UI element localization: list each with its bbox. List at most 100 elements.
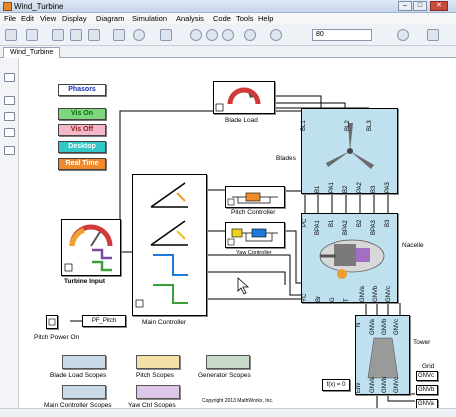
menu-display[interactable]: Display <box>62 14 87 23</box>
fit-view-icon[interactable] <box>4 112 15 121</box>
port-yc: YC <box>302 293 308 302</box>
port-bl3: BL3 <box>367 120 373 131</box>
toolbar: 80 <box>0 24 456 46</box>
mouse-cursor <box>237 277 250 295</box>
turbine-input-label: Turbine Input <box>64 278 106 285</box>
new-model-icon[interactable] <box>5 29 17 41</box>
stop-icon[interactable] <box>244 29 256 41</box>
yaw-ctrl-scopes-block[interactable] <box>136 385 180 399</box>
menu-tools[interactable]: Tools <box>236 14 254 23</box>
switch-icon <box>48 318 56 326</box>
vis-on-button[interactable]: Vis On <box>58 108 106 120</box>
turbine-input-icon <box>64 224 113 272</box>
port-t: T <box>344 298 350 302</box>
menu-diagram[interactable]: Diagram <box>96 14 124 23</box>
desktop-button[interactable]: Desktop <box>58 141 106 153</box>
port-tower-out-gnvb: GNVb <box>382 376 388 393</box>
run-icon[interactable] <box>206 29 218 41</box>
up-icon[interactable] <box>88 29 100 41</box>
blade-load-scopes-label: Blade Load Scopes <box>50 372 107 379</box>
real-time-button[interactable]: Real Time <box>58 158 106 170</box>
port-b3: B3 <box>371 185 377 193</box>
menu-file[interactable]: File <box>4 14 16 23</box>
port-pa3: PA3 <box>385 182 391 193</box>
check-icon[interactable] <box>397 29 409 41</box>
port-pa1: PA1 <box>329 182 335 193</box>
model-canvas[interactable]: Phasors Vis On Vis Off Desktop Real Time… <box>20 59 456 417</box>
tower-label: Tower <box>413 339 431 346</box>
tab-wind-turbine[interactable]: Wind_Turbine <box>3 47 61 58</box>
simulation-time-field[interactable]: 80 <box>312 29 372 41</box>
yaw-controller-block[interactable] <box>225 222 285 248</box>
simulink-app-icon <box>3 2 12 11</box>
menu-analysis[interactable]: Analysis <box>176 14 204 23</box>
phasors-button[interactable]: Phasors <box>58 84 106 96</box>
port-nacelle-gnvc: GNVc <box>386 285 392 302</box>
grid-port-gnvb[interactable]: GNVb <box>416 385 438 395</box>
pitch-controller-block[interactable] <box>225 186 285 208</box>
step-forward-icon[interactable] <box>222 29 234 41</box>
port-env: Env <box>356 382 362 393</box>
nacelle-label: Nacelle <box>402 242 424 249</box>
port-tower-gnva: GNVa <box>370 319 376 335</box>
blades-label: Blades <box>276 155 296 162</box>
main-controller-scopes-block[interactable] <box>62 385 106 399</box>
generator-scopes-block[interactable] <box>206 355 250 369</box>
port-pa2: PA2 <box>357 182 363 193</box>
save-icon[interactable] <box>26 29 38 41</box>
pitch-power-switch[interactable] <box>46 315 58 329</box>
tab-strip: Wind_Turbine <box>0 46 456 58</box>
model-explorer-icon[interactable] <box>160 29 172 41</box>
grid-icon[interactable] <box>427 29 439 41</box>
solver-config-block[interactable]: f(x) = 0 <box>322 379 350 391</box>
port-nacelle-b2: B2 <box>357 219 363 227</box>
blade-load-block[interactable] <box>213 81 275 114</box>
menu-view[interactable]: View <box>40 14 56 23</box>
blade-load-label: Blade Load <box>225 117 258 124</box>
yaw-controller-label: Yaw Controller <box>236 250 272 256</box>
port-nacelle-gnvb: GNVb <box>373 285 379 302</box>
turbine-input-block[interactable] <box>61 219 121 276</box>
library-browser-icon[interactable] <box>113 29 125 41</box>
port-pc: PC <box>302 218 308 227</box>
port-tower-out-gnvc: GNVc <box>394 376 400 393</box>
arrow-icon[interactable] <box>4 128 15 137</box>
maximize-button[interactable]: □ <box>413 1 427 11</box>
pf-pitch-goto[interactable]: PF_Pitch <box>82 315 126 327</box>
annotation-icon[interactable] <box>4 146 15 155</box>
menu-edit[interactable]: Edit <box>21 14 34 23</box>
menu-simulation[interactable]: Simulation <box>132 14 167 23</box>
main-controller-block[interactable] <box>132 174 207 316</box>
model-config-icon[interactable] <box>133 29 145 41</box>
pitch-scopes-label: Pitch Scopes <box>136 372 174 379</box>
blade-load-icon <box>215 87 261 112</box>
vis-off-button[interactable]: Vis Off <box>58 124 106 136</box>
menu-code[interactable]: Code <box>213 14 231 23</box>
forward-icon[interactable] <box>70 29 82 41</box>
close-button[interactable]: ✕ <box>430 1 448 11</box>
port-bpa3: BPA3 <box>371 220 377 235</box>
record-icon[interactable] <box>270 29 282 41</box>
port-tower-gnvc: GNVc <box>394 318 400 335</box>
copyright-notice: Copyright 2013 MathWorks, Inc. <box>202 398 274 404</box>
menu-bar: File Edit View Display Diagram Simulatio… <box>0 13 456 24</box>
minimize-button[interactable]: – <box>398 1 412 11</box>
port-br: Br <box>316 296 322 302</box>
port-g: G <box>330 297 336 302</box>
pitch-scopes-block[interactable] <box>136 355 180 369</box>
grid-port-gnvc[interactable]: GNVc <box>416 371 438 381</box>
status-bar <box>0 408 456 417</box>
zoom-icon[interactable] <box>4 96 15 105</box>
back-icon[interactable] <box>52 29 64 41</box>
hide-palette-icon[interactable] <box>4 73 15 82</box>
port-bpa1: BPA1 <box>315 220 321 235</box>
pitch-power-on-label: Pitch Power On <box>34 334 80 341</box>
blade-load-scopes-block[interactable] <box>62 355 106 369</box>
step-back-icon[interactable] <box>190 29 202 41</box>
title-bar: Wind_Turbine – □ ✕ <box>0 0 456 13</box>
menu-help[interactable]: Help <box>258 14 273 23</box>
yaw-controller-icon <box>227 228 278 246</box>
main-controller-label: Main Controller <box>142 319 187 326</box>
grid-label: Grid <box>422 363 435 370</box>
port-b1: B1 <box>315 185 321 193</box>
